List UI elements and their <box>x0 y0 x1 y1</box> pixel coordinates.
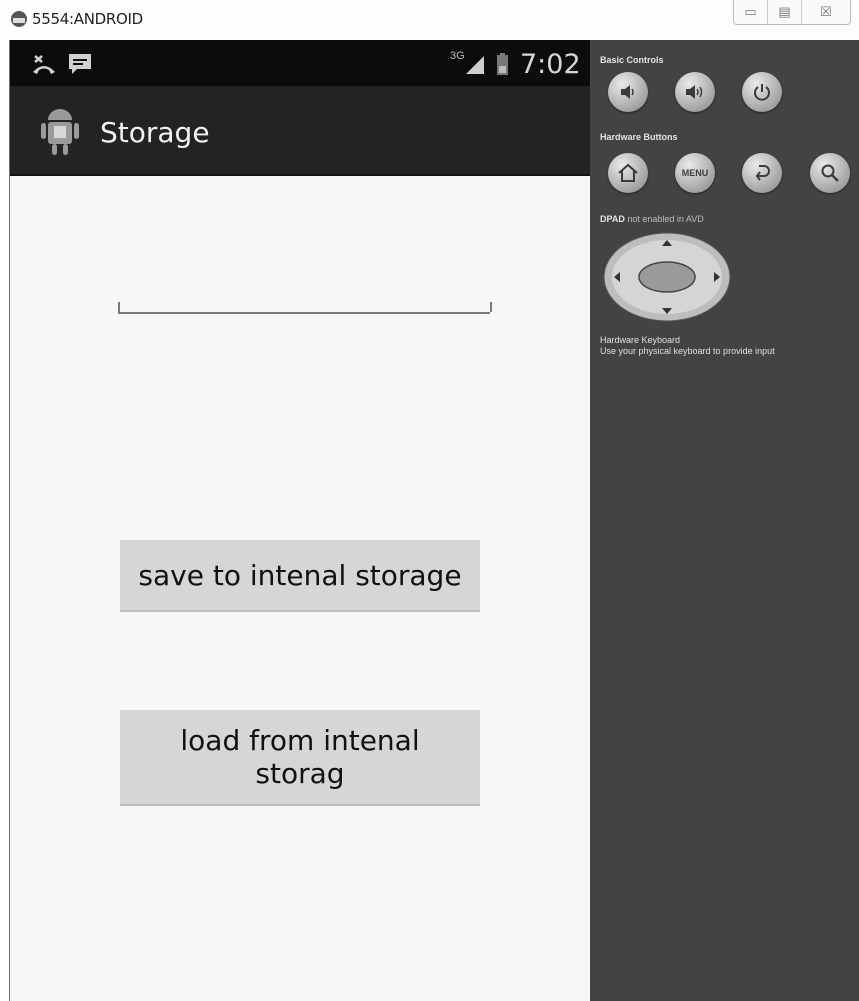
status-clock: 7:02 <box>520 49 581 80</box>
window-titlebar: 5554:ANDROID ▭ ▤ ☒ <box>0 0 859 38</box>
dpad-icon[interactable] <box>602 232 732 322</box>
volume-down-button[interactable] <box>608 72 648 112</box>
menu-label: MENU <box>681 168 709 178</box>
save-button[interactable]: save to intenal storage <box>120 540 480 612</box>
hardware-buttons-label: Hardware Buttons <box>600 132 678 142</box>
maximize-button[interactable]: ▤ <box>768 0 802 24</box>
input-underline-left <box>118 302 120 312</box>
action-bar: Storage <box>10 86 590 176</box>
window-controls: ▭ ▤ ☒ <box>733 0 851 25</box>
storage-text-input[interactable] <box>118 302 490 314</box>
battery-icon <box>497 53 508 75</box>
hardware-keyboard-info: Hardware Keyboard Use your physical keyb… <box>600 335 850 357</box>
dpad-label: DPAD not enabled in AVD <box>600 214 704 224</box>
minimize-button[interactable]: ▭ <box>734 0 768 24</box>
keyboard-title: Hardware Keyboard <box>600 335 681 345</box>
back-button[interactable] <box>742 153 782 193</box>
home-icon <box>618 163 638 182</box>
volume-up-button[interactable] <box>675 72 715 112</box>
power-icon <box>754 84 770 101</box>
search-button[interactable] <box>810 153 850 193</box>
status-bar: 3G 7:02 <box>10 40 590 86</box>
app-title: Storage <box>100 116 210 149</box>
load-button[interactable]: load from intenal storag <box>120 710 480 806</box>
dpad-label-text: DPAD <box>600 214 625 224</box>
back-icon <box>755 165 770 181</box>
message-icon <box>69 54 91 74</box>
emulator-icon <box>11 11 27 27</box>
power-button[interactable] <box>742 72 782 112</box>
keyboard-note: Use your physical keyboard to provide in… <box>600 346 775 356</box>
search-icon <box>821 164 839 182</box>
volume-down-icon <box>621 85 634 99</box>
signal-icon <box>466 56 484 74</box>
close-button[interactable]: ☒ <box>802 0 850 24</box>
home-button[interactable] <box>608 153 648 193</box>
device-screen: 3G 7:02 Storage save to intenal storage … <box>9 40 590 1001</box>
missed-call-icon <box>33 55 55 74</box>
volume-up-icon <box>686 85 703 99</box>
input-underline-right <box>490 302 492 312</box>
android-app-icon[interactable] <box>38 106 82 158</box>
window-title: 5554:ANDROID <box>32 10 143 28</box>
menu-button[interactable]: MENU <box>675 153 715 193</box>
dpad-note: not enabled in AVD <box>627 214 704 224</box>
emulator-controls-panel: Basic Controls Hardware Buttons MENU DPA… <box>590 40 859 1001</box>
basic-controls-label: Basic Controls <box>600 55 664 65</box>
